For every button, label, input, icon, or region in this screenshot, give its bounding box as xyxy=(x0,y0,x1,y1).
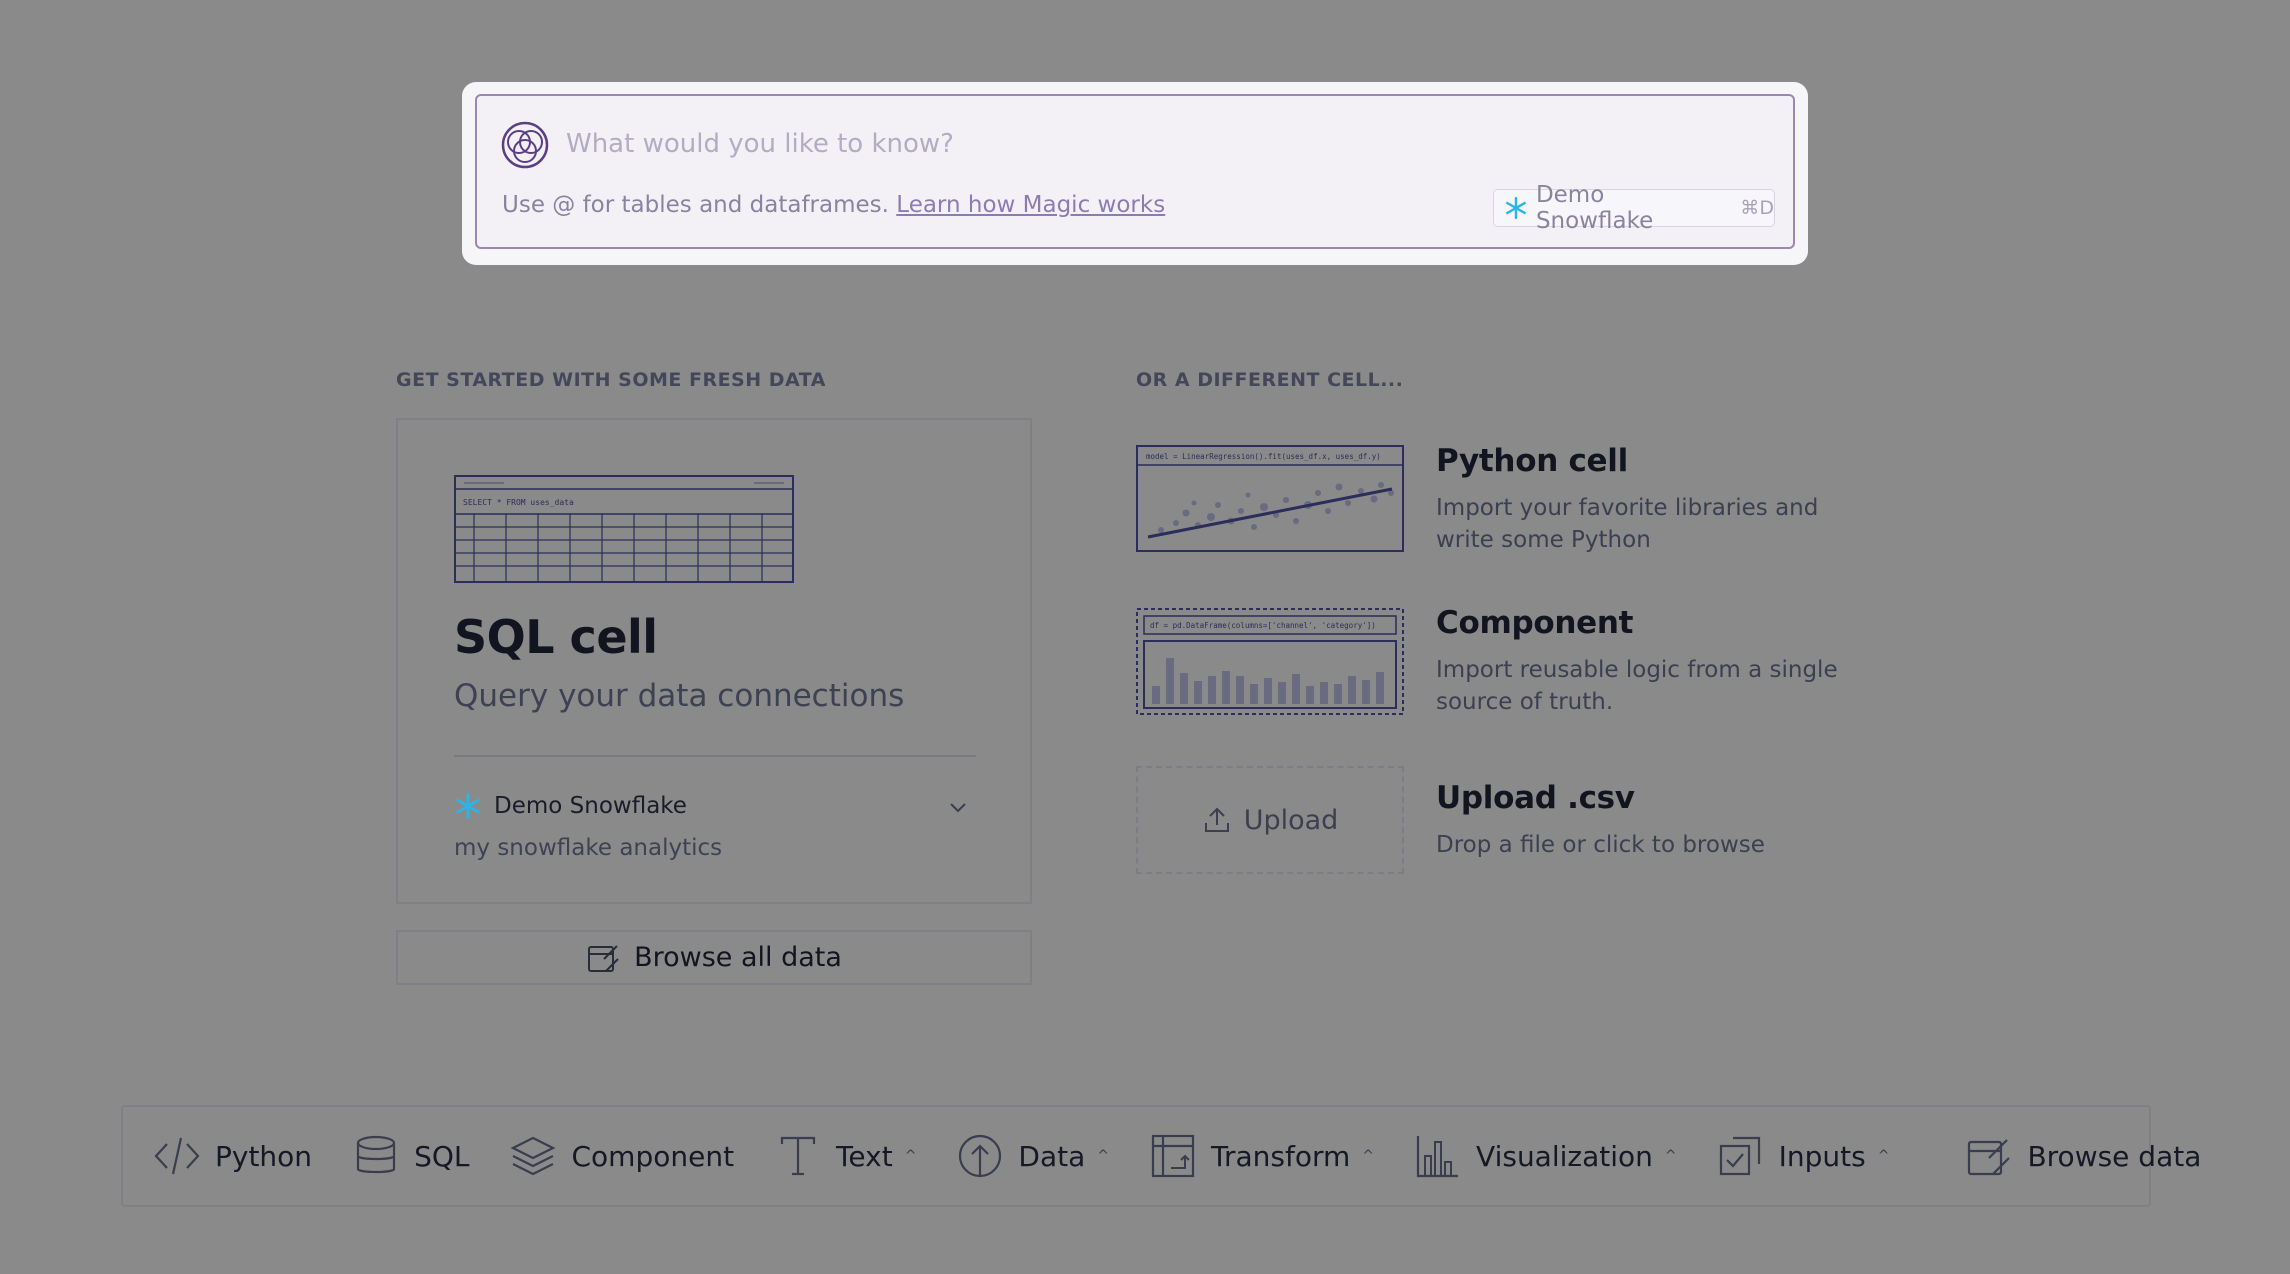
fresh-data-section-title: GET STARTED WITH SOME FRESH DATA xyxy=(396,369,826,391)
layers-icon xyxy=(511,1136,556,1176)
component-cell-description: Import reusable logic from a single sour… xyxy=(1436,657,1838,715)
different-cell-section-title: OR A DIFFERENT CELL... xyxy=(1136,369,1404,391)
chevron-up-icon: ^ xyxy=(1362,1148,1375,1164)
upload-csv-dropzone[interactable]: Upload xyxy=(1136,766,1404,874)
transform-icon xyxy=(1151,1134,1195,1178)
magic-hint-text: Use @ for tables and dataframes. xyxy=(502,192,889,218)
connection-shortcut: ⌘D xyxy=(1740,197,1774,219)
sql-card-subtitle: Query your data connections xyxy=(454,678,905,714)
toolbar-browse-data-label: Browse data xyxy=(2027,1139,2202,1173)
text-icon xyxy=(780,1136,816,1176)
sql-illustration-query: SELECT * FROM uses_data xyxy=(463,498,574,507)
component-cell-title: Component xyxy=(1436,605,1634,641)
bar-chart-icon xyxy=(1416,1136,1459,1178)
browse-data-icon xyxy=(1968,1139,2011,1176)
magic-hint: Use @ for tables and dataframes. Learn h… xyxy=(502,192,1165,218)
snowflake-icon xyxy=(1506,196,1526,220)
python-cell-title: Python cell xyxy=(1436,443,1628,479)
snowflake-icon xyxy=(456,792,480,820)
sql-connection-selector[interactable]: Demo Snowflake xyxy=(454,792,687,820)
toolbar-sql-label: SQL xyxy=(414,1139,470,1173)
toolbar-python-label: Python xyxy=(215,1139,313,1173)
toolbar-sql-button[interactable]: SQL xyxy=(352,1126,469,1186)
code-icon xyxy=(154,1137,200,1175)
toolbar-visualization-button[interactable]: Visualization ^ xyxy=(1414,1126,1677,1186)
chevron-up-icon: ^ xyxy=(1877,1148,1890,1164)
browse-all-data-label: Browse all data xyxy=(634,942,842,973)
python-cell-illustration[interactable]: model = LinearRegression().fit(uses_df.x… xyxy=(1136,445,1404,552)
chevron-down-icon[interactable] xyxy=(946,800,970,816)
toolbar-inputs-button[interactable]: Inputs ^ xyxy=(1717,1126,1890,1186)
toolbar-text-label: Text xyxy=(836,1139,893,1173)
toolbar-data-button[interactable]: Data ^ xyxy=(956,1126,1109,1186)
learn-magic-link[interactable]: Learn how Magic works xyxy=(896,192,1165,218)
component-cell-illustration[interactable]: df = pd.DataFrame(columns=['channel', 'c… xyxy=(1136,608,1404,715)
python-illustration-code: model = LinearRegression().fit(uses_df.x… xyxy=(1146,452,1381,461)
toolbar-text-button[interactable]: Text ^ xyxy=(774,1126,916,1186)
upload-button-label: Upload xyxy=(1243,804,1339,836)
component-illustration-code: df = pd.DataFrame(columns=['channel', 'c… xyxy=(1150,621,1376,630)
connection-badge-label: Demo Snowflake xyxy=(1535,182,1654,234)
upload-csv-description: Drop a file or click to browse xyxy=(1436,832,1765,858)
upload-circle-icon xyxy=(959,1134,1002,1178)
toolbar-transform-button[interactable]: Transform ^ xyxy=(1149,1126,1374,1186)
sql-card-title: SQL cell xyxy=(454,610,658,664)
sql-table-illustration: SELECT * FROM uses_data xyxy=(454,475,794,583)
chevron-up-icon: ^ xyxy=(1097,1148,1110,1164)
toolbar-visualization-label: Visualization xyxy=(1476,1139,1653,1173)
magic-prompt-input[interactable] xyxy=(566,122,1666,166)
browse-all-data-button[interactable]: Browse all data xyxy=(396,930,1032,985)
toolbar-inputs-label: Inputs xyxy=(1778,1139,1866,1173)
sql-connection-name: Demo Snowflake xyxy=(494,793,687,819)
upload-icon xyxy=(1204,807,1229,832)
toolbar-transform-label: Transform xyxy=(1211,1139,1351,1173)
sql-card-divider xyxy=(454,755,976,757)
chevron-up-icon: ^ xyxy=(904,1148,917,1164)
connection-selector-badge[interactable]: Demo Snowflake ⌘D xyxy=(1493,182,1775,234)
sql-connection-description: my snowflake analytics xyxy=(454,835,723,861)
database-icon xyxy=(356,1135,396,1174)
upload-csv-title: Upload .csv xyxy=(1436,780,1635,816)
magic-logo-icon xyxy=(501,121,549,169)
chevron-up-icon: ^ xyxy=(1664,1148,1677,1164)
add-cell-toolbar: Python SQL Component Text ^ Data ^ Trans… xyxy=(121,1105,2201,1207)
toolbar-component-label: Component xyxy=(571,1139,735,1173)
checkbox-icon xyxy=(1719,1136,1760,1176)
python-cell-description: Import your favorite libraries and write… xyxy=(1436,495,1819,553)
toolbar-data-label: Data xyxy=(1018,1139,1086,1173)
toolbar-browse-data-button[interactable]: Browse data xyxy=(1965,1126,2201,1186)
browse-data-icon xyxy=(588,944,619,972)
toolbar-python-button[interactable]: Python xyxy=(153,1126,312,1186)
toolbar-component-button[interactable]: Component xyxy=(509,1126,734,1186)
